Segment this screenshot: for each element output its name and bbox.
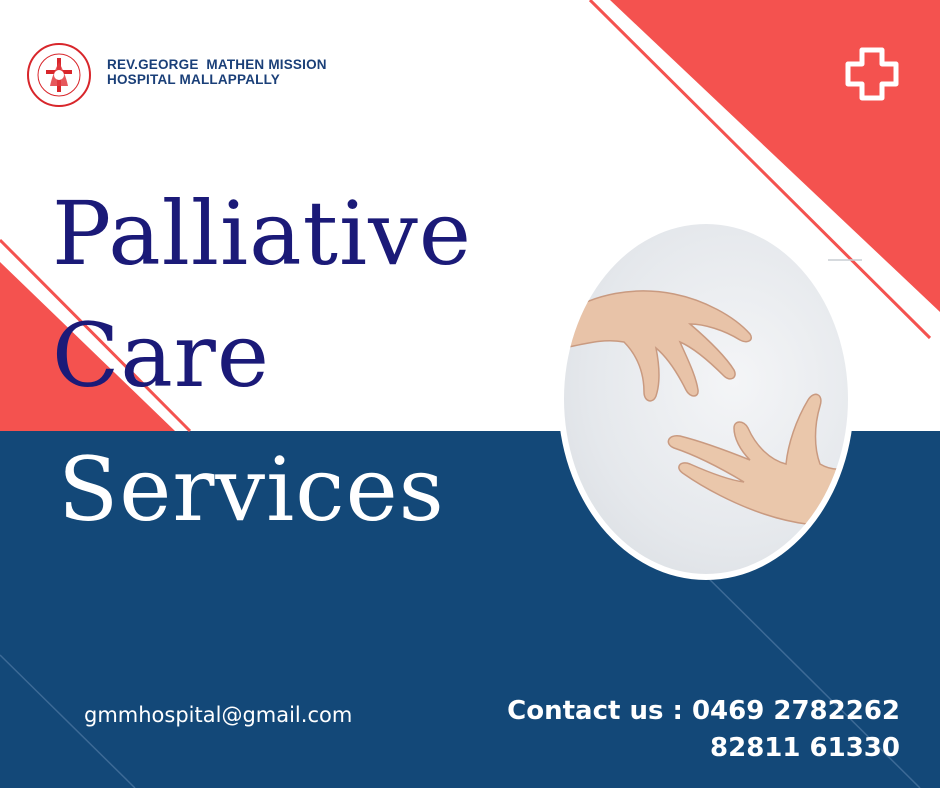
hands-photo <box>558 218 854 580</box>
organization-name-line1: REV.GEORGE MATHEN MISSION <box>107 57 327 72</box>
headline-line2: Care <box>52 304 270 407</box>
lower-hand <box>667 393 848 527</box>
hands-illustration <box>564 290 848 527</box>
upper-hand <box>564 290 752 402</box>
organization-name-line2: HOSPITAL MALLAPPALLY <box>107 72 281 87</box>
headline-line1: Palliative <box>52 182 472 285</box>
email-address[interactable]: gmmhospital@gmail.com <box>84 703 352 727</box>
poster: REV.GEORGE MATHEN MISSION HOSPITAL MALLA… <box>0 0 940 788</box>
contact-phone-line2[interactable]: 82811 61330 <box>710 733 900 763</box>
organization-name: REV.GEORGE MATHEN MISSION HOSPITAL MALLA… <box>107 57 327 87</box>
contact-phone-line1[interactable]: Contact us : 0469 2782262 <box>507 696 900 726</box>
plus-icon <box>845 47 899 101</box>
hospital-logo <box>27 43 91 107</box>
headline-line3: Services <box>58 438 445 541</box>
